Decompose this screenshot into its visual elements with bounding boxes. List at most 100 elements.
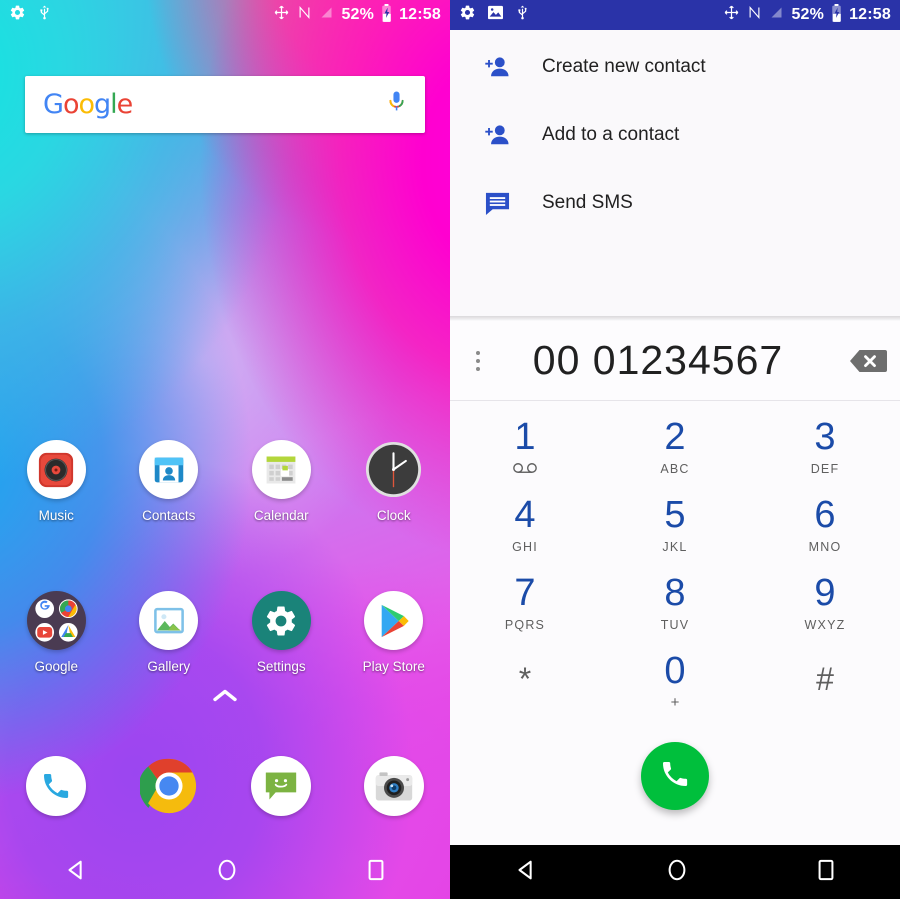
back-icon[interactable] xyxy=(63,857,89,888)
key-star[interactable]: * xyxy=(450,642,600,720)
dialer-navigation-bar xyxy=(450,845,900,899)
app-drawer-indicator[interactable] xyxy=(0,688,450,703)
dialer-keypad: 1 2 ABC 3 DEF 4 GHI 5 JKL 6 MNO 7 PQRS 8… xyxy=(450,408,900,720)
key-3[interactable]: 3 DEF xyxy=(750,408,900,486)
key-7[interactable]: 7 PQRS xyxy=(450,564,600,642)
dock-chrome[interactable] xyxy=(113,756,226,816)
key-letters: TUV xyxy=(660,618,690,632)
home-status-bar: 52% 12:58 xyxy=(0,0,450,30)
app-label: Gallery xyxy=(147,659,191,674)
app-label: Google xyxy=(34,659,79,674)
app-play-store[interactable]: Play Store xyxy=(338,591,451,674)
key-letters: MNO xyxy=(808,540,842,554)
key-5[interactable]: 5 JKL xyxy=(600,486,750,564)
signal-off-icon xyxy=(769,4,784,26)
home-icon[interactable] xyxy=(215,857,239,888)
recents-icon[interactable] xyxy=(815,857,837,888)
keypad-row-1: 1 2 ABC 3 DEF xyxy=(450,408,900,486)
dialed-number-bar: 00 01234567 xyxy=(450,321,900,400)
key-digit: 1 xyxy=(514,416,536,458)
status-left-icons xyxy=(459,4,530,26)
battery-charging-icon xyxy=(831,3,842,27)
menu-item-create-new-contact[interactable]: Create new contact xyxy=(450,33,900,101)
app-gallery[interactable]: Gallery xyxy=(113,591,226,674)
usb-icon xyxy=(37,4,52,26)
call-button[interactable] xyxy=(641,742,709,810)
gear-icon xyxy=(9,4,26,26)
phone-call-icon xyxy=(659,758,691,795)
app-contacts[interactable]: Contacts xyxy=(113,440,226,523)
microphone-icon[interactable] xyxy=(386,89,407,120)
dual-screenshot: 52% 12:58 Google Music Contacts Calendar… xyxy=(0,0,900,899)
key-2[interactable]: 2 ABC xyxy=(600,408,750,486)
app-label: Music xyxy=(38,508,74,523)
dock-phone[interactable] xyxy=(0,756,113,816)
key-0[interactable]: 0 + xyxy=(600,642,750,720)
contacts-app-icon xyxy=(139,440,199,499)
app-settings[interactable]: Settings xyxy=(225,591,338,674)
battery-percent-label: 52% xyxy=(341,6,375,23)
keypad-divider xyxy=(450,400,900,401)
key-letters: GHI xyxy=(512,540,538,554)
app-label: Contacts xyxy=(142,508,196,523)
menu-item-label: Add to a contact xyxy=(542,124,680,145)
dock-camera[interactable] xyxy=(338,756,451,816)
menu-item-label: Send SMS xyxy=(542,192,633,213)
dock-messaging[interactable] xyxy=(225,756,338,816)
menu-item-send-sms[interactable]: Send SMS xyxy=(450,169,900,237)
menu-item-add-to-a-contact[interactable]: Add to a contact xyxy=(450,101,900,169)
play-store-app-icon xyxy=(364,591,424,650)
key-digit: 7 xyxy=(514,572,536,614)
backspace-icon[interactable] xyxy=(836,347,900,375)
key-1[interactable]: 1 xyxy=(450,408,600,486)
app-calendar[interactable]: Calendar xyxy=(225,440,338,523)
app-clock[interactable]: Clock xyxy=(338,440,451,523)
camera-app-icon xyxy=(363,756,424,816)
recents-icon[interactable] xyxy=(365,857,387,888)
status-right-icons: 52% 12:58 xyxy=(723,3,891,27)
voicemail-icon xyxy=(512,462,538,476)
google-folder-icon xyxy=(26,591,86,650)
key-6[interactable]: 6 MNO xyxy=(750,486,900,564)
key-digit: 3 xyxy=(814,416,836,458)
music-app-icon xyxy=(26,440,86,499)
key-letters: DEF xyxy=(810,462,840,476)
move-icon xyxy=(273,4,290,26)
menu-item-label: Create new contact xyxy=(542,56,706,77)
image-icon xyxy=(487,5,504,25)
android-home-screen: 52% 12:58 Google Music Contacts Calendar… xyxy=(0,0,450,899)
key-4[interactable]: 4 GHI xyxy=(450,486,600,564)
app-label: Clock xyxy=(376,508,411,523)
move-icon xyxy=(723,4,740,26)
key-9[interactable]: 9 WXYZ xyxy=(750,564,900,642)
clock-label: 12:58 xyxy=(849,6,891,23)
back-icon[interactable] xyxy=(513,857,539,888)
home-icon[interactable] xyxy=(665,857,689,888)
app-label: Play Store xyxy=(362,659,425,674)
chrome-app-icon xyxy=(139,756,199,816)
dialed-number-text[interactable]: 00 01234567 xyxy=(506,337,836,384)
keypad-row-4: * 0 + # xyxy=(450,642,900,720)
key-letters: PQRS xyxy=(504,618,546,632)
nfc-icon xyxy=(297,4,312,26)
google-search-bar[interactable]: Google xyxy=(25,76,425,133)
key-digit: 0 xyxy=(664,649,686,692)
more-vert-icon[interactable] xyxy=(450,350,506,371)
battery-charging-icon xyxy=(381,3,392,27)
app-google-folder[interactable]: Google xyxy=(0,591,113,674)
gear-icon xyxy=(459,4,476,26)
clock-app-icon xyxy=(364,440,423,499)
key-letters: WXYZ xyxy=(804,618,846,632)
key-hash[interactable]: # xyxy=(750,642,900,720)
home-app-grid: Music Contacts Calendar Clock Google Gal… xyxy=(0,440,450,674)
status-right-icons: 52% 12:58 xyxy=(273,3,441,27)
key-8[interactable]: 8 TUV xyxy=(600,564,750,642)
person-add-icon xyxy=(480,54,514,80)
key-symbol: * xyxy=(518,661,532,697)
calendar-app-icon xyxy=(251,440,311,499)
phone-app-icon xyxy=(26,756,87,816)
signal-off-icon xyxy=(319,4,334,26)
key-digit: 4 xyxy=(514,494,536,536)
key-digit: 8 xyxy=(664,572,686,614)
app-music[interactable]: Music xyxy=(0,440,113,523)
